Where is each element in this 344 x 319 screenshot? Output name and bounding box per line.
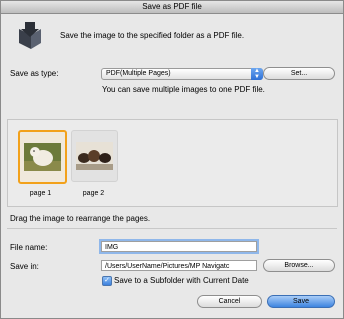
subfolder-label: Save to a Subfolder with Current Date	[114, 276, 249, 285]
file-name-label: File name:	[10, 243, 48, 252]
dog-photo-icon	[24, 143, 61, 171]
page-thumbnail-1[interactable]	[18, 130, 67, 184]
page-thumbnail-panel: page 1 page 2	[7, 119, 338, 207]
window-title: Save as PDF file	[1, 1, 343, 14]
cancel-button[interactable]: Cancel	[197, 295, 262, 308]
select-arrows-icon: ▲ ▼	[251, 68, 263, 80]
browse-button[interactable]: Browse...	[263, 259, 335, 272]
file-name-input[interactable]: IMG	[101, 241, 257, 252]
checkmark-icon: ✓	[104, 277, 110, 284]
save-as-pdf-dialog: Save as PDF file Save the image to the s…	[0, 0, 344, 319]
save-type-value: PDF(Multiple Pages)	[106, 70, 171, 77]
puppies-photo-icon	[76, 142, 113, 170]
subfolder-checkbox[interactable]: ✓	[102, 276, 112, 286]
page-1-caption: page 1	[29, 190, 52, 197]
divider	[7, 228, 337, 229]
set-button[interactable]: Set...	[263, 67, 335, 80]
page-2-caption: page 2	[82, 190, 105, 197]
rearrange-hint: Drag the image to rearrange the pages.	[10, 214, 151, 223]
save-type-label: Save as type:	[10, 69, 59, 78]
save-pdf-icon	[19, 22, 41, 49]
save-in-path-field[interactable]: /Users/UserName/Pictures/MP Navigatc	[101, 260, 257, 271]
header-description: Save the image to the specified folder a…	[60, 31, 245, 40]
save-button[interactable]: Save	[267, 295, 335, 308]
page-thumbnail-2[interactable]	[71, 130, 118, 182]
save-type-select[interactable]: PDF(Multiple Pages) ▲ ▼	[101, 68, 263, 80]
save-type-note: You can save multiple images to one PDF …	[102, 85, 265, 94]
save-in-label: Save in:	[10, 262, 39, 271]
